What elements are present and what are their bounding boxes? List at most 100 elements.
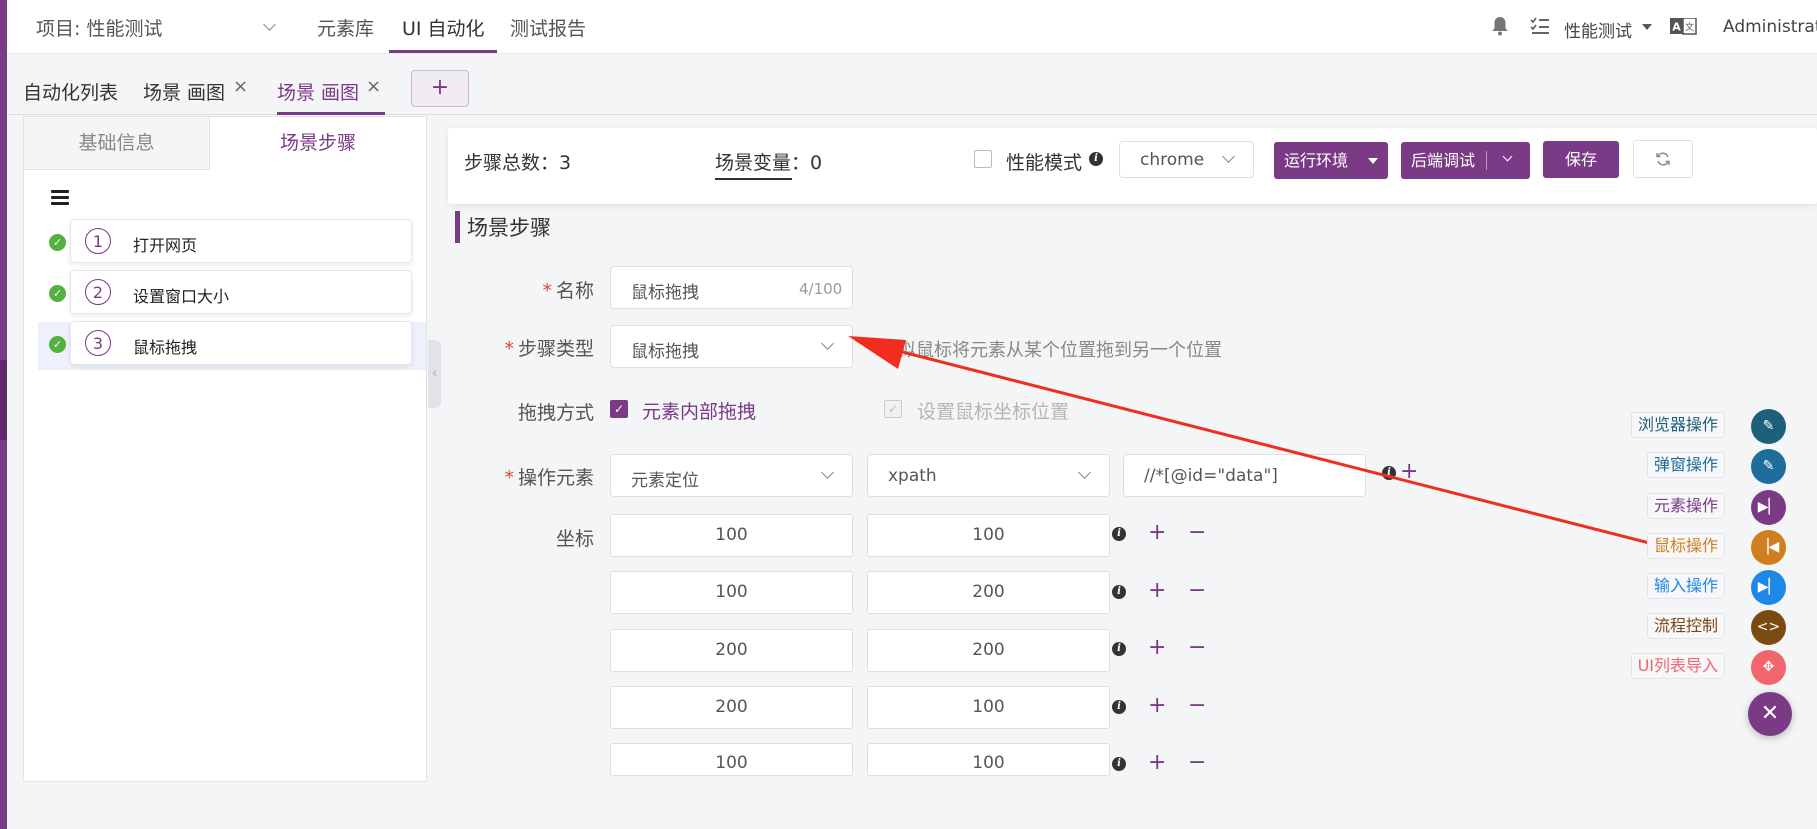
add-coord-icon[interactable]: + [1148,522,1166,544]
language-icon[interactable]: A 文 [1670,18,1697,35]
refresh-button[interactable] [1633,140,1693,178]
floating-action-label[interactable]: 弹窗操作 [1646,452,1725,478]
skip-forward-icon[interactable]: ▶▏ [1751,490,1786,525]
info-icon[interactable]: i [1112,527,1126,541]
code-icon[interactable]: <> [1751,610,1786,645]
drag-inner-checkbox[interactable]: ✓ [610,400,628,418]
name-char-count: 4/100 [799,280,843,298]
coord-x-input[interactable]: 100 [610,743,853,776]
save-button[interactable]: 保存 [1543,141,1619,178]
step-type-label-text: 步骤类型 [517,338,594,360]
caret-down-icon[interactable] [1642,24,1652,30]
coord-y-input[interactable]: 100 [867,514,1110,557]
tab-scene-2[interactable]: 场景 画图 [277,78,359,105]
floating-action-label[interactable]: 流程控制 [1646,613,1725,639]
menu-icon[interactable] [51,190,69,206]
step-label: 打开网页 [133,236,198,255]
collapse-panel-handle[interactable]: ‹ [428,340,441,408]
coord-y-input[interactable]: 100 [867,743,1110,776]
nav-active-indicator [389,50,497,53]
performance-mode-checkbox[interactable] [974,150,992,168]
pencil-icon[interactable]: ✎ [1751,449,1786,484]
section-accent-bar [455,211,460,243]
floating-action-label[interactable]: 浏览器操作 [1630,412,1725,438]
step-item[interactable]: 2 设置窗口大小 [70,270,412,314]
remove-coord-icon[interactable]: − [1188,695,1206,717]
bell-icon[interactable] [1490,15,1510,37]
backend-debug-button[interactable]: 后端调试 [1401,142,1530,179]
import-icon[interactable]: ✥ [1751,650,1786,685]
task-list-icon[interactable] [1530,16,1550,36]
chevron-down-icon [1222,150,1235,163]
locate-type-select[interactable]: xpath [867,454,1110,497]
remove-coord-icon[interactable]: − [1188,580,1206,602]
skip-forward-icon[interactable]: ▶▏ [1751,570,1786,605]
button-divider [1486,151,1487,170]
locate-mode-select[interactable]: 元素定位 [610,454,853,497]
coord-y-input[interactable]: 100 [867,686,1110,729]
floating-action-label[interactable]: 鼠标操作 [1646,533,1725,559]
user-menu[interactable]: Administrator [1723,17,1817,37]
nav-test-report[interactable]: 测试报告 [510,14,586,41]
project-selector[interactable]: 项目: 性能测试 [36,14,162,41]
step-item-selected[interactable]: 3 鼠标拖拽 [70,321,412,365]
coord-x-input[interactable]: 200 [610,629,853,672]
step-number: 2 [85,279,111,305]
chevron-down-icon [821,337,834,350]
nav-element-library[interactable]: 元素库 [317,14,374,41]
coordinate-label: 坐标 [555,528,594,550]
tab-scene-1[interactable]: 场景 画图 [143,78,225,105]
drag-inner-label[interactable]: 元素内部拖拽 [642,397,756,424]
info-icon[interactable]: i [1112,642,1126,656]
locator-input[interactable]: //*[@id="data"] [1123,454,1366,497]
step-type-select[interactable]: 鼠标拖拽 [610,325,853,368]
remove-coord-icon[interactable]: − [1188,637,1206,659]
floating-action-label[interactable]: UI列表导入 [1630,653,1725,679]
drag-coord-label[interactable]: 设置鼠标坐标位置 [917,397,1069,424]
coord-x-input[interactable]: 200 [610,686,853,729]
info-icon[interactable]: i [1112,585,1126,599]
tab-basic-info[interactable]: 基础信息 [24,117,210,169]
add-locator-icon[interactable]: + [1400,461,1418,483]
coord-x-input[interactable]: 100 [610,571,853,614]
remove-coord-icon[interactable]: − [1188,522,1206,544]
add-coord-icon[interactable]: + [1148,637,1166,659]
svg-text:A: A [1672,21,1681,34]
remove-coord-icon[interactable]: − [1188,752,1206,774]
info-icon[interactable]: i [1382,466,1396,480]
name-label-text: 名称 [555,280,594,302]
chevron-down-icon [1078,466,1091,479]
coord-y-input[interactable]: 200 [867,571,1110,614]
add-tab-button[interactable]: + [411,70,469,107]
add-coord-icon[interactable]: + [1148,752,1166,774]
tab-automation-list[interactable]: 自动化列表 [23,78,118,105]
floating-action-label[interactable]: 输入操作 [1646,573,1725,599]
close-fab-button[interactable]: ✕ [1748,692,1792,736]
scene-variables-link[interactable]: 场景变量：0 [715,148,822,175]
name-input[interactable]: 鼠标拖拽 4/100 [610,266,853,309]
close-icon[interactable]: × [366,76,381,97]
add-coord-icon[interactable]: + [1148,580,1166,602]
info-icon[interactable]: i [1112,757,1126,771]
tab-scene-steps[interactable]: 场景步骤 [210,117,426,170]
pencil-icon[interactable]: ✎ [1751,409,1786,444]
close-icon[interactable]: × [233,76,248,97]
drag-coord-checkbox[interactable]: ✓ [884,400,902,418]
step-item[interactable]: 1 打开网页 [70,219,412,263]
run-environment-button[interactable]: 运行环境 [1274,142,1388,179]
name-label: * 名称 [542,280,594,302]
nav-ui-automation[interactable]: UI 自动化 [402,14,485,41]
current-project-label[interactable]: 性能测试 [1564,17,1632,42]
skip-back-icon[interactable]: ▕◀ [1751,530,1786,565]
info-icon[interactable]: i [1089,152,1103,166]
info-icon[interactable]: i [1112,700,1126,714]
coord-y-input[interactable]: 200 [867,629,1110,672]
locate-type-value: xpath [888,466,937,486]
floating-action-label[interactable]: 元素操作 [1646,493,1725,519]
browser-select[interactable]: chrome [1119,141,1254,178]
add-coord-icon[interactable]: + [1148,695,1166,717]
scene-variables-underline [715,178,792,180]
chevron-down-icon[interactable] [1502,151,1513,162]
coord-x-input[interactable]: 100 [610,514,853,557]
step-type-hint: 模拟鼠标将元素从某个位置拖到另一个位置 [880,340,1222,361]
